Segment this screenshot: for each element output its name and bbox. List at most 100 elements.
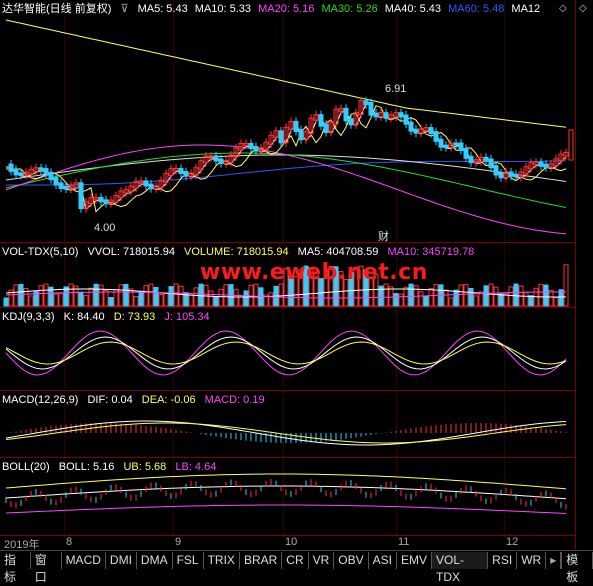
candle-body [543, 163, 549, 169]
candle-body [43, 168, 49, 175]
date-oct: 10 [285, 536, 298, 548]
boll-pane[interactable]: BOLL(20) BOLL: 5.16 UB: 5.68 LB: 4.64 [0, 458, 575, 536]
candle-body [443, 144, 449, 149]
volume-bar [213, 296, 219, 307]
tab-emv[interactable]: EMV [397, 552, 432, 569]
candle-body [63, 185, 69, 190]
volume-bar [158, 294, 164, 307]
tab-window[interactable]: 窗口 [31, 552, 62, 584]
volume-bar [528, 295, 534, 307]
watermark-text: www.eweb.net.cn [200, 260, 428, 285]
volume-bar [53, 293, 59, 307]
candle-body [323, 123, 329, 133]
financial-report-marker[interactable]: 财 [378, 228, 389, 244]
tab-asi[interactable]: ASI [369, 552, 397, 569]
kdj-d-label: D: 73.93 [113, 311, 156, 323]
volume-bar [388, 286, 394, 307]
volume-bar [543, 284, 549, 307]
volume-bar [278, 283, 284, 307]
volume-bar [383, 283, 389, 307]
volume-bar [508, 286, 514, 307]
tab-template[interactable]: 模板 [561, 552, 593, 584]
candle-body [398, 112, 404, 118]
boll-header: BOLL(20) BOLL: 5.16 UB: 5.68 LB: 4.64 [2, 460, 222, 474]
macd-pane[interactable]: MACD(12,26,9) DIF: 0.04 DEA: -0.06 MACD:… [0, 391, 575, 458]
candle-body [453, 142, 459, 146]
kdj-pane[interactable]: KDJ(9,3,3) K: 84.40 D: 73.93 J: 105.34 [0, 308, 575, 391]
volume-bar [163, 292, 169, 307]
candle-body [218, 158, 224, 165]
tab-wr[interactable]: WR [517, 552, 547, 569]
candle-body [403, 114, 409, 125]
low-price-label: 4.00 [94, 222, 116, 234]
volume-bar [83, 295, 89, 307]
boll-title: BOLL(20) [2, 461, 50, 473]
candle-body [78, 182, 84, 210]
vol-ma5-label: MA5: 404708.59 [297, 246, 379, 258]
tab-obv[interactable]: OBV [334, 552, 369, 569]
tab-dma[interactable]: DMA [137, 552, 173, 569]
volume-header: VOL-TDX(5,10) VVOL: 718015.94 VOLUME: 71… [2, 245, 480, 259]
macd-value-label: MACD: 0.19 [204, 394, 265, 406]
kdj-k-line [5, 336, 567, 370]
ma5-line [6, 103, 567, 211]
tab-cr[interactable]: CR [282, 552, 309, 569]
macd-dea-label: DEA: -0.06 [141, 394, 196, 406]
candle-body [373, 112, 379, 118]
volume-bar [493, 286, 499, 307]
candle-body [493, 165, 499, 176]
volume-bar [488, 283, 494, 307]
volume-bar [408, 283, 414, 307]
volume-bar [443, 289, 449, 307]
volume-bar [548, 289, 554, 307]
candle-body [383, 112, 389, 119]
date-axis: 2019年 8 9 10 11 12 [0, 536, 575, 551]
volume-bar [78, 291, 84, 307]
tab-trix[interactable]: TRIX [204, 552, 240, 569]
volume-bar [418, 291, 424, 307]
ma-dropdown-icon[interactable]: ⊽ [120, 3, 128, 15]
main-chart-pane[interactable]: 达华智能(日线 前复权) ⊽ MA5: 5.43 MA10: 5.33 MA20… [0, 0, 575, 243]
tab-macd[interactable]: MACD [62, 552, 106, 569]
boll-ub-label: UB: 5.68 [123, 461, 167, 473]
candle-body [513, 173, 519, 178]
kdj-header: KDJ(9,3,3) K: 84.40 D: 73.93 J: 105.34 [2, 310, 216, 324]
volume-bar [268, 292, 274, 307]
macd-title: MACD(12,26,9) [2, 394, 79, 406]
tab-vr[interactable]: VR [309, 552, 335, 569]
volume-bar [123, 283, 129, 307]
candle-body [143, 180, 149, 187]
scroll-down-icon[interactable]: ◇ [559, 3, 567, 14]
date-sep: 9 [175, 536, 182, 548]
volume-bar [193, 287, 199, 307]
tab-more-icon[interactable]: ▸ [546, 552, 562, 569]
scroll-up-icon[interactable]: ◇ [579, 3, 587, 14]
volume-bar [173, 283, 179, 307]
volume-bar [148, 283, 154, 307]
kdj-title: KDJ(9,3,3) [2, 311, 55, 323]
vol-ma10-label: MA10: 345719.78 [387, 246, 475, 258]
date-aug: 8 [66, 536, 73, 548]
vvol-label: VVOL: 718015.94 [87, 246, 175, 258]
candle-body [458, 142, 464, 152]
tab-brar[interactable]: BRAR [240, 552, 283, 569]
tab-rsi[interactable]: RSI [488, 552, 518, 569]
volume-bar [553, 297, 559, 307]
candle-body [348, 118, 354, 126]
volume-bar [458, 284, 464, 307]
tab-indicator[interactable]: 指标 [0, 552, 31, 584]
candle-body [433, 131, 439, 142]
tab-dmi[interactable]: DMI [106, 552, 137, 569]
candle-body [8, 163, 14, 172]
volume-bar [128, 288, 134, 307]
ma20-label: MA20: 5.16 [258, 3, 315, 15]
tab-fsl[interactable]: FSL [173, 552, 204, 569]
vol-title: VOL-TDX(5,10) [2, 246, 79, 258]
date-dec: 12 [506, 536, 519, 548]
tab-vol-tdx[interactable]: VOL-TDX [432, 552, 489, 584]
candle-body [298, 129, 304, 141]
candle-body [368, 101, 374, 116]
volume-bar [473, 295, 479, 307]
price-chart[interactable] [0, 0, 575, 242]
volume-bar [233, 288, 239, 307]
